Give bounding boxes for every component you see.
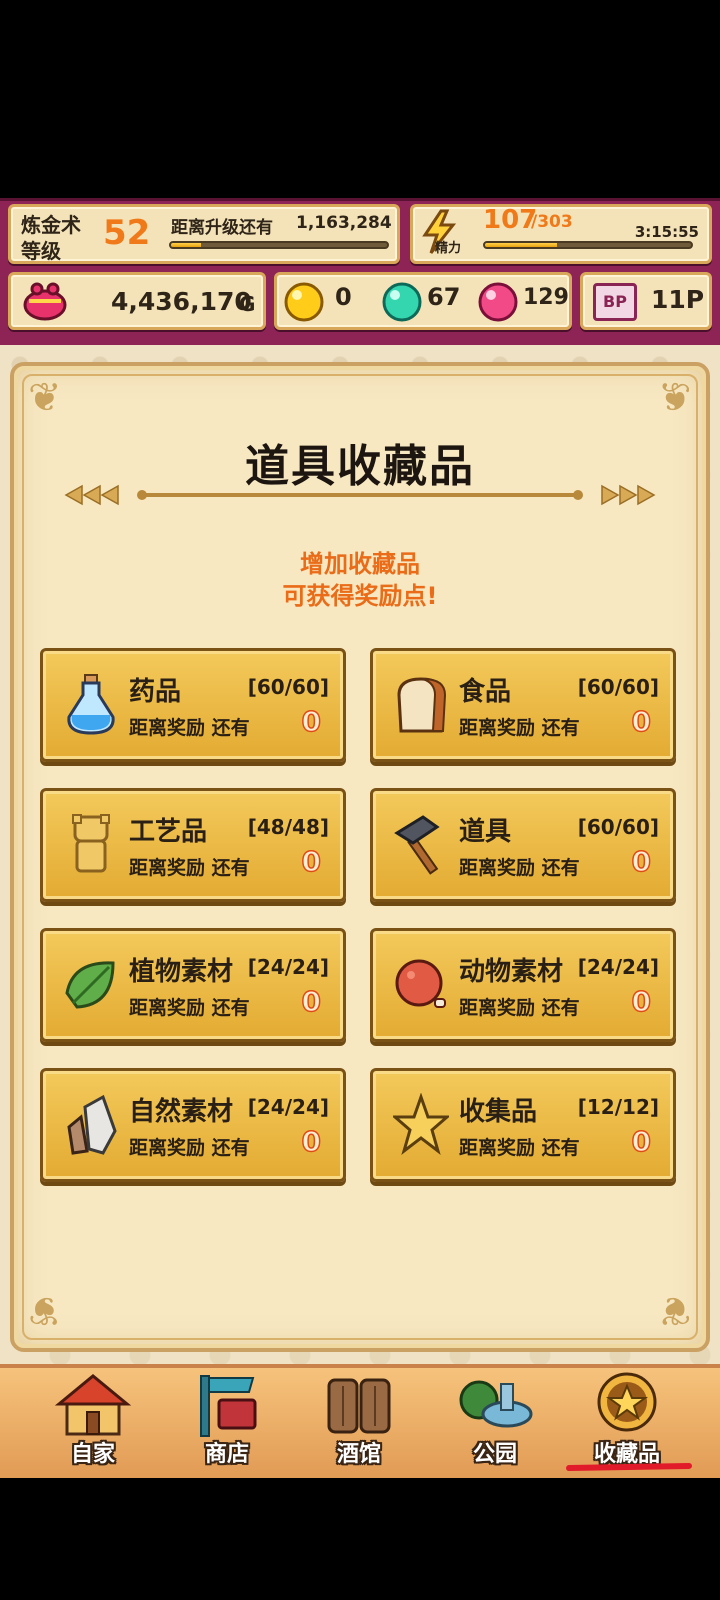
stamina-label: 精力 [435,241,462,256]
collection-card-collectibles[interactable]: 收集品 [12/12] 距离奖励 还有 0 [370,1068,676,1182]
gold-unit: G [239,292,256,316]
collection-card-food[interactable]: 食品 [60/60] 距离奖励 还有 0 [370,648,676,762]
reward-hint: 增加收藏品 可获得奖励点! [0,548,720,612]
nav-label: 公园 [472,1442,517,1467]
card-reward-label: 距离奖励 还有 [459,997,580,1019]
card-reward-label: 距离奖励 还有 [129,997,250,1019]
reward-hint-line-1: 增加收藏品 [300,550,420,578]
bread-icon [397,677,447,733]
potion-icon [67,674,115,735]
card-count: [48/48] [247,815,329,839]
card-title: 动物素材 [459,957,564,987]
card-reward-remaining: 0 [631,984,652,1019]
card-title: 道具 [459,817,512,847]
bp-panel[interactable]: BP 11P [580,272,712,330]
tavern-icon [327,1378,391,1434]
bp-value: 11P [651,285,705,314]
purse-icon [23,282,67,321]
level-label: 等级 [21,239,61,263]
pink-gem-count: 129 [523,285,569,310]
card-count: [24/24] [247,955,329,979]
collection-card-natural-materials[interactable]: 自然素材 [24/24] 距离奖励 还有 0 [40,1068,346,1182]
card-count: [60/60] [577,675,659,699]
card-reward-label: 距离奖励 还有 [129,717,250,739]
gold-panel: 4,436,170 G [8,272,266,330]
cyan-gem-icon [382,282,422,322]
leaf-icon [65,961,115,1009]
card-count: [24/24] [247,1095,329,1119]
card-reward-remaining: 0 [631,704,652,739]
collection-medal-icon [597,1372,657,1432]
nav-item-tavern[interactable]: 酒馆 [304,1370,414,1470]
stone-icon [67,1094,117,1155]
card-reward-label: 距离奖励 还有 [129,857,250,879]
card-reward-label: 距离奖励 还有 [459,857,580,879]
gold-amount: 4,436,170 [111,287,252,316]
collection-card-plant-materials[interactable]: 植物素材 [24/24] 距离奖励 还有 0 [40,928,346,1042]
card-reward-remaining: 0 [301,704,322,739]
stamina-max: /303 [531,212,573,232]
corner-ornament-icon: ❦ [28,375,62,421]
corner-ornament-icon: ❦ [658,1287,692,1333]
card-reward-remaining: 0 [631,844,652,879]
stamina-current: 107 [483,205,538,235]
nav-label: 商店 [204,1442,249,1467]
cyan-gem-count: 67 [427,283,461,311]
collection-card-animal-materials[interactable]: 动物素材 [24/24] 距离奖励 还有 0 [370,928,676,1042]
corner-ornament-icon: ❦ [28,1287,62,1333]
nav-label: 酒馆 [336,1442,381,1467]
nav-item-park[interactable]: 公园 [440,1370,550,1470]
nav-label: 自家 [70,1442,115,1467]
meat-icon [395,959,446,1008]
card-title: 食品 [459,677,512,707]
yellow-gem-count: 0 [335,283,352,311]
card-title: 工艺品 [129,817,208,847]
card-title: 药品 [129,677,182,707]
shop-icon [200,1375,257,1437]
reward-hint-line-2: 可获得奖励点! [282,582,438,610]
figurine-icon [72,814,110,873]
next-level-label: 距离升级还有 [171,218,273,238]
title-divider-ornament [64,484,656,506]
card-reward-label: 距离奖励 还有 [459,717,580,739]
bp-badge-icon: BP [593,283,637,321]
house-icon [54,1374,132,1436]
park-icon [459,1380,533,1428]
star-icon [393,1093,449,1155]
collection-card-craft[interactable]: 工艺品 [48/48] 距离奖励 还有 0 [40,788,346,902]
card-reward-label: 距离奖励 还有 [459,1137,580,1159]
alchemy-level-value: 52 [103,213,151,253]
card-title: 自然素材 [129,1097,234,1127]
card-title: 收集品 [459,1097,538,1127]
card-reward-remaining: 0 [301,984,322,1019]
card-reward-label: 距离奖励 还有 [129,1137,250,1159]
collection-card-medicine[interactable]: 药品 [60/60] 距离奖励 还有 0 [40,648,346,762]
stamina-progress-bar [483,241,693,249]
card-reward-remaining: 0 [301,1124,322,1159]
card-reward-remaining: 0 [631,1124,652,1159]
card-count: [60/60] [577,815,659,839]
stamina-panel: 精力 107 /303 3:15:55 [410,204,712,264]
bp-badge-label: BP [603,292,627,311]
card-count: [24/24] [577,955,659,979]
hammer-icon [394,815,440,875]
corner-ornament-icon: ❦ [658,375,692,421]
card-count: [12/12] [577,1095,659,1119]
alchemy-level-panel: 炼金术 等级 52 距离升级还有 1,163,284 [8,204,400,264]
alchemy-label: 炼金术 [21,213,81,237]
yellow-gem-icon [284,282,324,322]
card-count: [60/60] [247,675,329,699]
collection-card-tools[interactable]: 道具 [60/60] 距离奖励 还有 0 [370,788,676,902]
card-title: 植物素材 [129,957,234,987]
pink-gem-icon [478,282,518,322]
nav-item-shop[interactable]: 商店 [172,1370,282,1470]
next-level-value: 1,163,284 [296,213,392,233]
card-reward-remaining: 0 [301,844,322,879]
gems-panel: 0 67 129 [274,272,572,330]
nav-item-collection[interactable]: 收藏品 [572,1370,682,1470]
level-progress-bar [169,241,389,249]
stamina-timer: 3:15:55 [634,223,699,241]
nav-item-home[interactable]: 自家 [38,1370,148,1470]
